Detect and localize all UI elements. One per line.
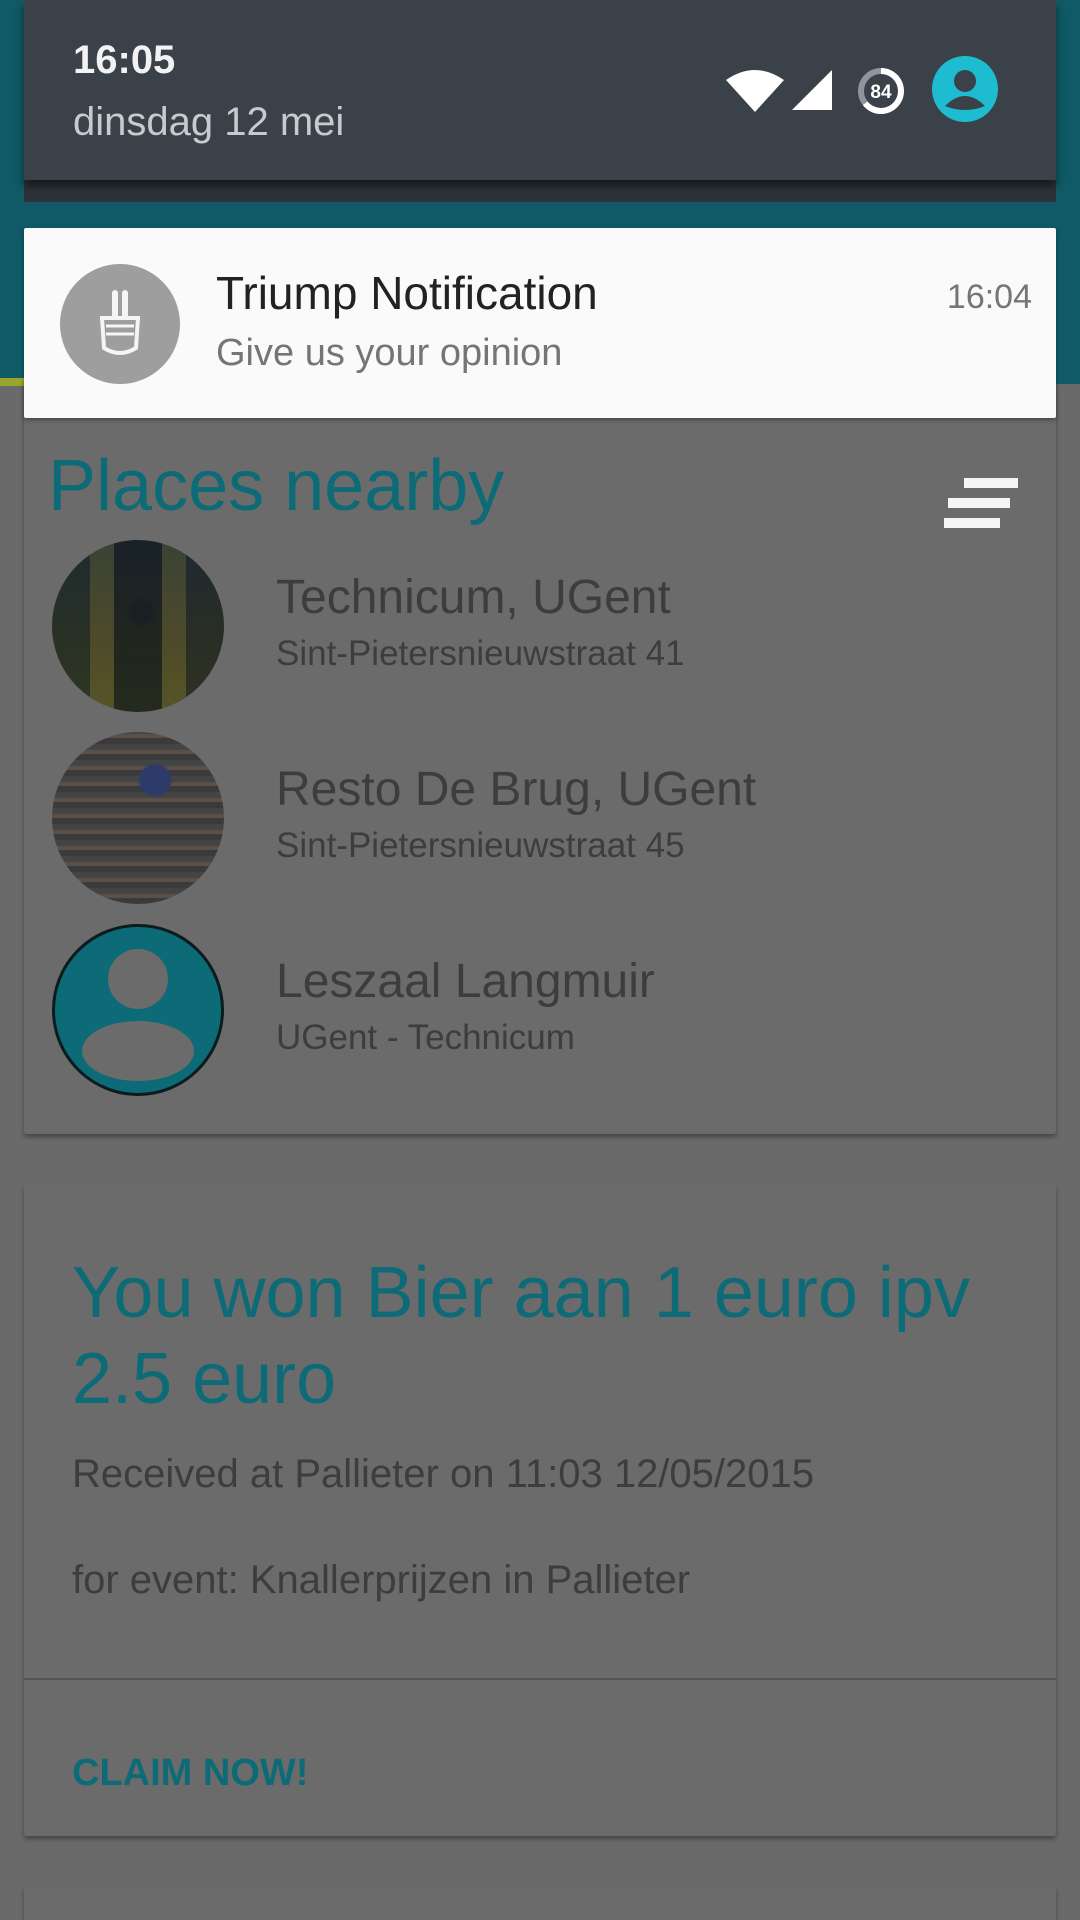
prize-received-text: Received at Pallieter on 11:03 12/05/201… bbox=[72, 1452, 815, 1496]
battery-level: 84 bbox=[870, 82, 892, 103]
hand-icon bbox=[60, 264, 180, 384]
toolbar-accent-strip bbox=[0, 378, 24, 386]
place-name: Resto De Brug, UGent bbox=[276, 763, 757, 816]
place-address: UGent - Technicum bbox=[276, 1018, 575, 1057]
clock: 16:05 bbox=[73, 38, 176, 82]
place-item-leszaal-langmuir[interactable]: Leszaal Langmuir UGent - Technicum bbox=[24, 924, 1056, 1104]
prize-card: You won Bier aan 1 euro ipv 2.5 euro Rec… bbox=[24, 1184, 1056, 1836]
prize-title: You won Bier aan 1 euro ipv 2.5 euro bbox=[72, 1253, 970, 1419]
place-photo bbox=[52, 540, 224, 712]
notification-title: Triump Notification bbox=[216, 267, 598, 319]
place-address: Sint-Pietersnieuwstraat 45 bbox=[276, 826, 685, 865]
next-card bbox=[24, 1886, 1056, 1920]
divider bbox=[24, 1678, 1056, 1680]
places-nearby-card: Places nearby Technicum, UGent Sint-Piet… bbox=[24, 380, 1056, 1134]
notification-time: 16:04 bbox=[946, 278, 1032, 316]
notification-card[interactable]: Triump Notification Give us your opinion… bbox=[24, 228, 1056, 418]
wifi-icon bbox=[726, 70, 784, 112]
place-item-resto-de-brug[interactable]: Resto De Brug, UGent Sint-Pietersnieuwst… bbox=[24, 732, 1056, 912]
person-icon bbox=[52, 924, 224, 1096]
place-photo bbox=[52, 732, 224, 904]
user-icon[interactable] bbox=[932, 56, 998, 122]
date: dinsdag 12 mei bbox=[73, 100, 345, 144]
place-name: Leszaal Langmuir bbox=[276, 955, 655, 1008]
signal-icon bbox=[792, 70, 832, 110]
quick-settings-header: 16:05 dinsdag 12 mei 84 bbox=[24, 0, 1056, 180]
prize-event-text: for event: Knallerprijzen in Pallieter bbox=[72, 1558, 691, 1602]
place-name: Technicum, UGent bbox=[276, 571, 671, 624]
battery-icon: 84 bbox=[858, 68, 904, 114]
places-title: Places nearby bbox=[48, 446, 505, 526]
place-address: Sint-Pietersnieuwstraat 41 bbox=[276, 634, 685, 673]
place-item-technicum[interactable]: Technicum, UGent Sint-Pietersnieuwstraat… bbox=[24, 540, 1056, 720]
claim-now-button[interactable]: CLAIM NOW! bbox=[72, 1752, 308, 1795]
quick-settings-handle[interactable] bbox=[24, 180, 1056, 202]
sort-icon[interactable] bbox=[944, 476, 1024, 536]
notification-text: Give us your opinion bbox=[216, 332, 563, 374]
